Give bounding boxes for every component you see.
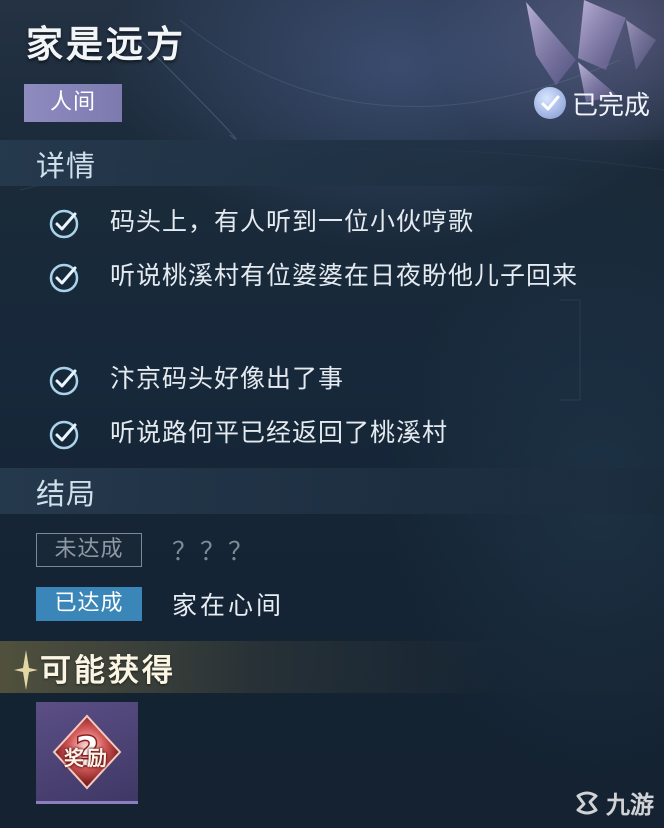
ending-item: 未达成 ？？？ [36, 532, 256, 568]
completed-status: 已完成 [533, 86, 650, 121]
ending-text: ？？？ [172, 537, 257, 566]
rewards-heading: 可能获得 [40, 653, 176, 689]
ending-text: 家在心间 [172, 591, 285, 620]
detail-item-text: 码头上，有人听到一位小伙哼歌 [110, 207, 475, 236]
check-circle-icon [49, 420, 79, 450]
detail-item: 汴京码头好像出了事 [48, 362, 580, 405]
reward-label: 奖励 [64, 746, 110, 770]
realm-tag: 人间 [24, 84, 122, 122]
watermark: 九游 [572, 785, 654, 820]
reward-item[interactable]: ? 奖励 [36, 702, 138, 804]
check-badge-icon [533, 87, 566, 119]
detail-item: 码头上，有人听到一位小伙哼歌 [48, 205, 580, 248]
ending-status-badge: 未达成 [36, 533, 142, 567]
detail-item: 听说桃溪村有位婆婆在日夜盼他儿子回来 [48, 259, 580, 302]
jiuyou-logo-icon [576, 791, 598, 814]
detail-item: 听说路何平已经返回了桃溪村 [48, 416, 580, 459]
detail-item-text: 汴京码头好像出了事 [110, 364, 345, 393]
check-circle-icon [49, 263, 79, 293]
detail-item-text: 听说路何平已经返回了桃溪村 [110, 418, 449, 447]
watermark-text: 九游 [606, 791, 654, 819]
endings-heading: 结局 [36, 477, 97, 511]
endings-header-band [0, 468, 664, 514]
detail-item-text: 听说桃溪村有位婆婆在日夜盼他儿子回来 [110, 261, 579, 290]
check-circle-icon [49, 209, 79, 239]
details-heading: 详情 [36, 149, 97, 183]
quest-title: 家是远方 [26, 22, 186, 66]
details-header-band [0, 140, 664, 186]
sparkle-icon [14, 650, 38, 690]
completed-status-text: 已完成 [571, 90, 650, 121]
ending-item: 已达成 家在心间 [36, 586, 284, 622]
check-circle-icon [49, 366, 79, 396]
ending-status-badge: 已达成 [36, 587, 142, 621]
